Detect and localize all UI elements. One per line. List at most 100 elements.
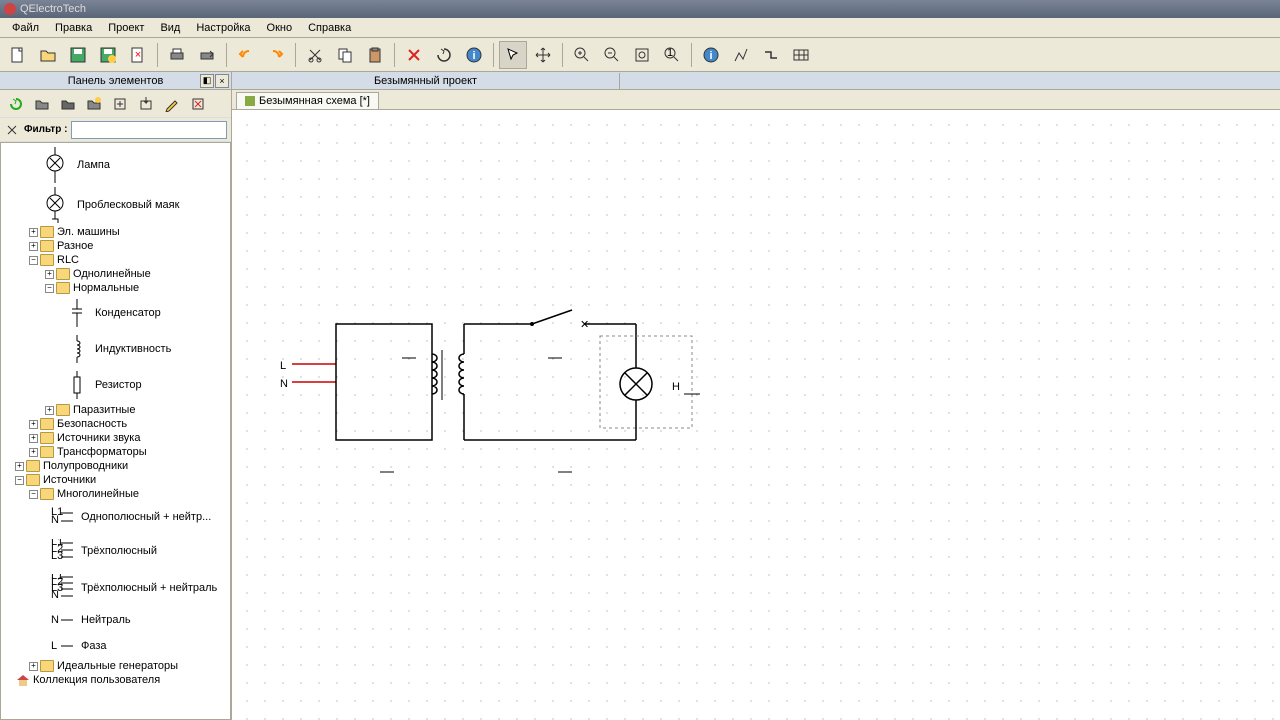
panel-title: Панель элементов bbox=[68, 75, 164, 87]
redo-button[interactable] bbox=[262, 41, 290, 69]
tree-item-odnolin[interactable]: +Однолинейные bbox=[1, 267, 230, 281]
tree-item-user-coll[interactable]: Коллекция пользователя bbox=[1, 673, 230, 687]
elements-tree[interactable]: Лампа Проблесковый маяк +Эл. машины +Раз… bbox=[0, 142, 231, 720]
label-N: N bbox=[280, 378, 288, 390]
menu-window[interactable]: Окно bbox=[259, 20, 301, 36]
expand-icon[interactable]: + bbox=[29, 662, 38, 671]
folder-icon bbox=[40, 240, 54, 252]
project-tab[interactable]: Безымянный проект bbox=[232, 73, 620, 89]
expand-icon[interactable]: + bbox=[45, 406, 54, 415]
zoom-reset-button[interactable]: 1 bbox=[658, 41, 686, 69]
tree-item-poluprov[interactable]: +Полупроводники bbox=[1, 459, 230, 473]
edit-element-button[interactable] bbox=[160, 92, 184, 116]
panel-float-button[interactable]: ◧ bbox=[200, 74, 214, 88]
project-tab-empty bbox=[620, 73, 1280, 89]
delete-element-button[interactable] bbox=[186, 92, 210, 116]
tree-item-ist-zvuka[interactable]: +Источники звука bbox=[1, 431, 230, 445]
close-button[interactable]: × bbox=[124, 41, 152, 69]
cut-button[interactable] bbox=[301, 41, 329, 69]
open-category-button[interactable] bbox=[56, 92, 80, 116]
expand-icon[interactable]: + bbox=[29, 448, 38, 457]
main-toolbar: × i 1 i bbox=[0, 38, 1280, 72]
tree-item-transform[interactable]: +Трансформаторы bbox=[1, 445, 230, 459]
move-tool[interactable] bbox=[529, 41, 557, 69]
zoom-fit-button[interactable] bbox=[628, 41, 656, 69]
tree-item-el-machines[interactable]: +Эл. машины bbox=[1, 225, 230, 239]
tree-item-faza[interactable]: L Фаза bbox=[1, 633, 230, 659]
expand-icon[interactable]: − bbox=[29, 490, 38, 499]
undo-button[interactable] bbox=[232, 41, 260, 69]
svg-text:i: i bbox=[472, 50, 475, 62]
properties-button[interactable]: i bbox=[460, 41, 488, 69]
tree-item-trehpol-neutr[interactable]: L1L2L3N Трёхполюсный + нейтраль bbox=[1, 569, 230, 607]
tree-item-rlc[interactable]: −RLC bbox=[1, 253, 230, 267]
delete-button[interactable] bbox=[400, 41, 428, 69]
expand-icon[interactable]: + bbox=[29, 228, 38, 237]
menu-project[interactable]: Проект bbox=[100, 20, 152, 36]
refresh-button[interactable] bbox=[4, 92, 28, 116]
save-button[interactable] bbox=[64, 41, 92, 69]
open-button[interactable] bbox=[34, 41, 62, 69]
print-button[interactable] bbox=[163, 41, 191, 69]
filter-clear-button[interactable] bbox=[4, 122, 20, 138]
svg-text:L3: L3 bbox=[51, 550, 63, 562]
tree-item-trehpol[interactable]: L1L2L3 Трёхполюсный bbox=[1, 533, 230, 569]
copy-button[interactable] bbox=[331, 41, 359, 69]
menu-file[interactable]: Файл bbox=[4, 20, 47, 36]
schematic[interactable]: L N ✕ bbox=[232, 110, 932, 560]
canvas[interactable]: L N ✕ bbox=[232, 110, 1280, 720]
tree-item-normal[interactable]: −Нормальные bbox=[1, 281, 230, 295]
scheme-icon bbox=[245, 96, 255, 106]
expand-icon[interactable]: − bbox=[15, 476, 24, 485]
zoom-out-button[interactable] bbox=[598, 41, 626, 69]
elements-panel: Панель элементов ◧ × Фильтр : bbox=[0, 72, 232, 720]
new-element-button[interactable] bbox=[108, 92, 132, 116]
svg-text:N: N bbox=[51, 589, 59, 601]
tree-item-odnopol-neutr[interactable]: L1N Однополюсный + нейтр... bbox=[1, 501, 230, 533]
expand-icon[interactable]: + bbox=[29, 242, 38, 251]
expand-icon[interactable]: + bbox=[29, 434, 38, 443]
tree-label: Проблесковый маяк bbox=[77, 199, 179, 211]
expand-icon[interactable]: + bbox=[45, 270, 54, 279]
zoom-in-button[interactable] bbox=[568, 41, 596, 69]
titlebar: QElectroTech bbox=[0, 0, 1280, 18]
scheme-tab[interactable]: Безымянная схема [*] bbox=[236, 92, 379, 109]
import-button[interactable] bbox=[134, 92, 158, 116]
edit-category-button[interactable] bbox=[82, 92, 106, 116]
tree-item-raznoe[interactable]: +Разное bbox=[1, 239, 230, 253]
tree-item-ideal-gen[interactable]: +Идеальные генераторы bbox=[1, 659, 230, 673]
svg-text:i: i bbox=[709, 50, 712, 62]
filter-input[interactable] bbox=[71, 121, 227, 139]
tree-item-indukt[interactable]: Индуктивность bbox=[1, 331, 230, 367]
export-button[interactable] bbox=[193, 41, 221, 69]
tree-item-rezistor[interactable]: Резистор bbox=[1, 367, 230, 403]
new-button[interactable] bbox=[4, 41, 32, 69]
tree-item-istochniki[interactable]: −Источники bbox=[1, 473, 230, 487]
save-as-button[interactable] bbox=[94, 41, 122, 69]
rotate-button[interactable] bbox=[430, 41, 458, 69]
tree-item-bezopas[interactable]: +Безопасность bbox=[1, 417, 230, 431]
expand-icon[interactable]: − bbox=[45, 284, 54, 293]
menu-edit[interactable]: Правка bbox=[47, 20, 100, 36]
new-category-button[interactable] bbox=[30, 92, 54, 116]
menu-view[interactable]: Вид bbox=[152, 20, 188, 36]
line-tool[interactable] bbox=[757, 41, 785, 69]
paste-button[interactable] bbox=[361, 41, 389, 69]
tree-label: Лампа bbox=[77, 159, 110, 171]
menu-settings[interactable]: Настройка bbox=[188, 20, 258, 36]
expand-icon[interactable]: + bbox=[15, 462, 24, 471]
expand-icon[interactable]: − bbox=[29, 256, 38, 265]
tree-item-neutral[interactable]: N Нейтраль bbox=[1, 607, 230, 633]
tree-item-problesk[interactable]: Проблесковый маяк bbox=[1, 185, 230, 225]
tree-item-mnogolin[interactable]: −Многолинейные bbox=[1, 487, 230, 501]
select-tool[interactable] bbox=[499, 41, 527, 69]
conductor-tool[interactable] bbox=[727, 41, 755, 69]
menu-help[interactable]: Справка bbox=[300, 20, 359, 36]
tree-item-kondensator[interactable]: Конденсатор bbox=[1, 295, 230, 331]
tree-item-lampa[interactable]: Лампа bbox=[1, 145, 230, 185]
info-button[interactable]: i bbox=[697, 41, 725, 69]
expand-icon[interactable]: + bbox=[29, 420, 38, 429]
grid-tool[interactable] bbox=[787, 41, 815, 69]
panel-close-button[interactable]: × bbox=[215, 74, 229, 88]
tree-item-parazit[interactable]: +Паразитные bbox=[1, 403, 230, 417]
